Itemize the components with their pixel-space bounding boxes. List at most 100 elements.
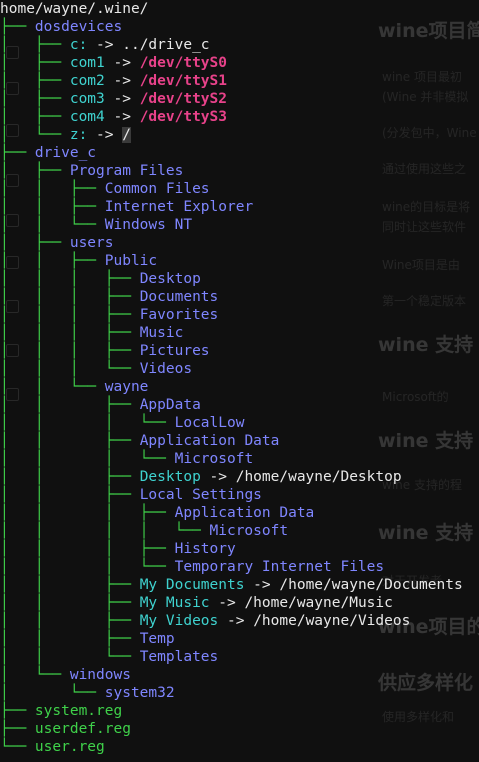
tree-entry: │ ├── com4 -> /dev/ttyS3 (0, 108, 227, 126)
directory-name: Videos (139, 361, 193, 377)
tree-entry: │ └── z: -> / (0, 126, 131, 144)
tree-branch: │ └── (0, 667, 70, 683)
tree-branch: │ │ │ └── (0, 559, 175, 575)
tree-branch: ├── (0, 703, 35, 719)
tree-branch: │ │ ├── (0, 181, 105, 197)
tree-branch: │ ├── (0, 163, 70, 179)
symlink-arrow: -> (104, 91, 140, 107)
tree-branch: │ │ │ ├── (0, 325, 140, 341)
tree-entry: │ │ ├── Common Files (0, 180, 210, 198)
terminal-tree-output: home/wayne/.wine/ ├── dosdevices │ ├── c:… (0, 0, 479, 762)
symlink-name: c: (69, 37, 88, 53)
tree-branch: │ │ ├── (0, 595, 140, 611)
tree-entry: │ │ ├── Application Data (0, 432, 279, 450)
tree-branch: │ │ │ ├── (0, 271, 140, 287)
tree-branch: │ │ │ ├── (0, 343, 140, 359)
symlink-arrow: -> (104, 109, 140, 125)
tree-branch: │ │ │ ├── (0, 541, 175, 557)
symlink-name: com3 (69, 91, 105, 107)
tree-branch: │ │ └── (0, 217, 105, 233)
symlink-arrow: -> (200, 469, 236, 485)
directory-name: Music (139, 325, 184, 341)
directory-name: dosdevices (34, 19, 123, 35)
symlink-target: /home/wayne/Videos (253, 613, 411, 629)
tree-entry: │ │ ├── Desktop -> /home/wayne/Desktop (0, 468, 402, 486)
tree-entry: │ │ ├── My Videos -> /home/wayne/Videos (0, 612, 410, 630)
tree-entry: │ │ ├── Temp (0, 630, 175, 648)
directory-name: Local Settings (139, 487, 262, 503)
symlink-name: com4 (69, 109, 105, 125)
tree-branch: │ ├── (0, 235, 70, 251)
tree-branch: │ │ ├── (0, 253, 105, 269)
tree-branch: │ │ │ └── (0, 361, 140, 377)
tree-entry: │ │ │ ├── Desktop (0, 270, 201, 288)
tree-entry: │ │ │ ├── Music (0, 324, 183, 342)
tree-branch: │ │ ├── (0, 613, 140, 629)
tree-branch: │ │ │ ├── (0, 289, 140, 305)
directory-name: Windows NT (104, 217, 193, 233)
tree-branch: ├── (0, 19, 35, 35)
tree-branch: │ │ ├── (0, 199, 105, 215)
tree-entry: │ │ │ ├── History (0, 540, 236, 558)
tree-root-path: home/wayne/.wine/ (0, 1, 149, 17)
tree-branch: │ │ ├── (0, 397, 140, 413)
tree-branch: ├── (0, 145, 35, 161)
tree-branch: │ │ ├── (0, 469, 140, 485)
symlink-target: / (122, 127, 131, 143)
tree-entry: │ │ ├── My Music -> /home/wayne/Music (0, 594, 393, 612)
symlink-target: /dev/ttyS2 (139, 91, 227, 107)
tree-branch: │ ├── (0, 109, 70, 125)
symlink-name: com2 (69, 73, 105, 89)
directory-name: Desktop (139, 271, 201, 287)
directory-name: users (69, 235, 114, 251)
tree-entry: │ │ └── Windows NT (0, 216, 192, 234)
directory-name: Public (104, 253, 158, 269)
tree-branch: │ │ │ ├── (0, 307, 140, 323)
tree-branch: │ │ ├── (0, 577, 140, 593)
tree-entry: │ │ │ └── Videos (0, 360, 192, 378)
tree-branch: │ └── (0, 685, 105, 701)
directory-name: Microsoft (209, 523, 289, 539)
symlink-name: Desktop (139, 469, 201, 485)
tree-entry: ├── dosdevices (0, 18, 122, 36)
directory-name: Pictures (139, 343, 210, 359)
directory-name: Documents (139, 289, 219, 305)
tree-branch: │ ├── (0, 37, 70, 53)
symlink-arrow: -> (104, 73, 140, 89)
directory-name: Application Data (174, 505, 315, 521)
symlink-arrow: -> (218, 613, 254, 629)
directory-name: Application Data (139, 433, 280, 449)
tree-branch: │ │ │ └── (0, 415, 175, 431)
tree-branch: │ │ │ │ └── (0, 523, 210, 539)
file-name: system.reg (34, 703, 123, 719)
directory-name: Favorites (139, 307, 219, 323)
directory-name: windows (69, 667, 131, 683)
tree-entry: ├── userdef.reg (0, 720, 131, 738)
symlink-name: com1 (69, 55, 105, 71)
tree-branch: │ │ ├── (0, 631, 140, 647)
directory-name: Common Files (104, 181, 210, 197)
directory-name: AppData (139, 397, 201, 413)
symlink-target: /home/wayne/Documents (279, 577, 463, 593)
symlink-arrow: -> (87, 37, 123, 53)
directory-name: Templates (139, 649, 219, 665)
tree-branch: │ ├── (0, 73, 70, 89)
directory-name: wayne (104, 379, 149, 395)
directory-name: drive_c (34, 145, 97, 161)
directory-name: Temporary Internet Files (174, 559, 385, 575)
symlink-name: My Documents (139, 577, 245, 593)
tree-entry: │ │ │ ├── Application Data (0, 504, 314, 522)
directory-name: system32 (104, 685, 175, 701)
directory-name: Program Files (69, 163, 184, 179)
symlink-name: My Music (139, 595, 210, 611)
tree-branch: │ │ ├── (0, 487, 140, 503)
tree-entry: │ │ │ └── LocalLow (0, 414, 244, 432)
tree-branch: │ │ └── (0, 379, 105, 395)
tree-branch: └── (0, 739, 35, 755)
tree-entry: │ │ ├── Internet Explorer (0, 198, 253, 216)
tree-entry: │ ├── users (0, 234, 114, 252)
tree-branch: │ │ └── (0, 649, 140, 665)
symlink-arrow: -> (87, 127, 123, 143)
symlink-name: z: (69, 127, 88, 143)
file-name: userdef.reg (34, 721, 131, 737)
